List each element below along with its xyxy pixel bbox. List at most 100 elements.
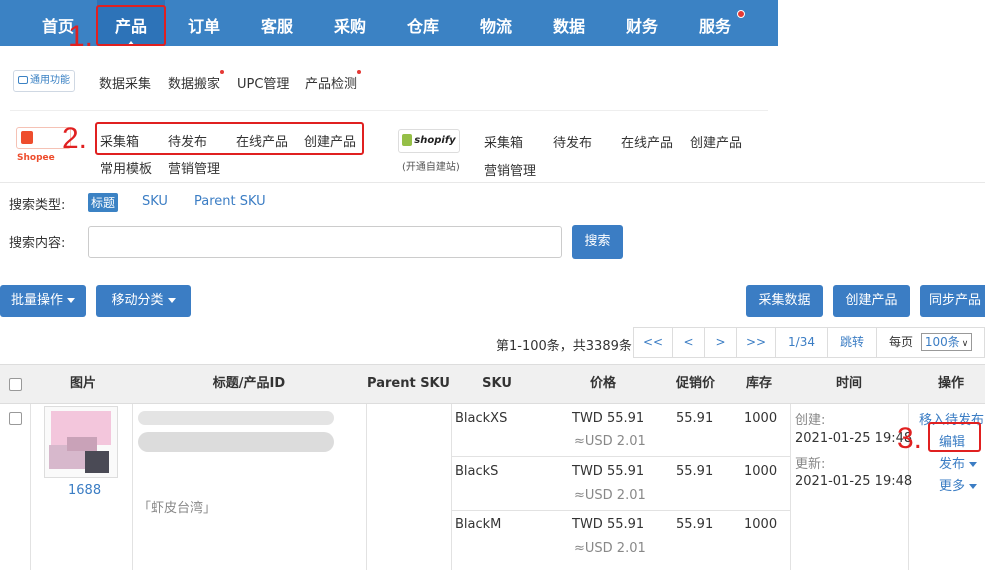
pager-last[interactable]: >> bbox=[736, 327, 776, 358]
pager-jump[interactable]: 跳转 bbox=[827, 327, 877, 358]
created-time: 2021-01-25 19:48 bbox=[795, 431, 913, 446]
variant-promo: 55.91 bbox=[676, 411, 714, 426]
section-divider bbox=[0, 182, 985, 183]
variant-price: TWD 55.91 bbox=[572, 464, 645, 479]
annotation-box-1 bbox=[96, 5, 166, 46]
nav-data[interactable]: 数据 bbox=[553, 0, 585, 46]
shopify-link-collect-box[interactable]: 采集箱 bbox=[484, 132, 523, 151]
blurred-title bbox=[138, 432, 334, 452]
annotation-number-2: 2. bbox=[62, 122, 88, 155]
pager-prev[interactable]: < bbox=[672, 327, 705, 358]
thumbnail-pixel bbox=[67, 437, 97, 451]
search-type-parent-sku[interactable]: Parent SKU bbox=[194, 194, 266, 209]
shopee-link-marketing[interactable]: 营销管理 bbox=[168, 158, 220, 177]
variant-sku: BlackS bbox=[455, 464, 499, 479]
search-type-label: 搜索类型: bbox=[9, 198, 66, 213]
search-content-label: 搜索内容: bbox=[9, 236, 66, 251]
variant-usd: ≈USD 2.01 bbox=[574, 541, 646, 556]
col-sku: SKU bbox=[482, 376, 512, 391]
nav-services[interactable]: 服务 bbox=[699, 0, 731, 46]
blurred-title bbox=[138, 411, 334, 425]
created-label: 创建: bbox=[795, 413, 826, 428]
variant-usd: ≈USD 2.01 bbox=[574, 488, 646, 503]
shopify-bag-icon bbox=[402, 134, 413, 146]
pager-summary: 第1-100条，共3389条 bbox=[496, 339, 632, 354]
link-upc-manage[interactable]: UPC管理 bbox=[237, 73, 289, 92]
pager-current-page: 1/34 bbox=[775, 327, 828, 358]
select-all-checkbox[interactable] bbox=[9, 378, 22, 391]
pager-next[interactable]: > bbox=[704, 327, 737, 358]
new-dot bbox=[357, 70, 361, 74]
link-data-move[interactable]: 数据搬家 bbox=[168, 73, 220, 92]
publish-dropdown[interactable]: 发布 bbox=[939, 453, 978, 472]
per-page-label: 每页 bbox=[889, 335, 914, 349]
shopee-bag-icon bbox=[21, 130, 33, 144]
submenu-divider bbox=[10, 110, 768, 111]
shopify-link-create[interactable]: 创建产品 bbox=[690, 132, 742, 151]
row-checkbox[interactable] bbox=[9, 412, 22, 425]
per-page-select[interactable]: 100条 ∨ bbox=[920, 333, 973, 351]
site-tag: 「虾皮台湾」 bbox=[138, 501, 217, 516]
source-link-1688[interactable]: 1688 bbox=[68, 483, 101, 498]
nav-orders[interactable]: 订单 bbox=[188, 0, 220, 46]
batch-action-label: 批量操作 bbox=[10, 293, 63, 308]
create-product-button[interactable]: 创建产品 bbox=[833, 285, 910, 317]
move-category-dropdown[interactable]: 移动分类 bbox=[96, 285, 191, 317]
product-thumbnail[interactable] bbox=[44, 406, 118, 478]
chevron-down-icon bbox=[969, 462, 978, 467]
grid-line bbox=[132, 404, 133, 570]
new-dot bbox=[220, 70, 224, 74]
search-type-sku[interactable]: SKU bbox=[142, 194, 168, 209]
more-label: 更多 bbox=[939, 479, 966, 494]
shopify-link-online[interactable]: 在线产品 bbox=[621, 132, 673, 151]
notification-dot bbox=[737, 10, 745, 18]
move-category-label: 移动分类 bbox=[111, 293, 164, 308]
per-page-value: 100条 bbox=[924, 335, 960, 349]
grid-line bbox=[451, 404, 452, 570]
variant-price: TWD 55.91 bbox=[572, 517, 645, 532]
nav-finance[interactable]: 财务 bbox=[626, 0, 658, 46]
updated-label: 更新: bbox=[795, 457, 826, 472]
publish-label: 发布 bbox=[939, 457, 966, 472]
chevron-down-icon bbox=[969, 484, 978, 489]
nav-logistics[interactable]: 物流 bbox=[480, 0, 512, 46]
search-button[interactable]: 搜索 bbox=[572, 225, 623, 259]
more-dropdown[interactable]: 更多 bbox=[939, 475, 978, 494]
general-function-logo: 通用功能 bbox=[13, 70, 75, 92]
annotation-number-3: 3. bbox=[897, 422, 923, 455]
shopify-link-pending[interactable]: 待发布 bbox=[553, 132, 592, 151]
sync-product-button[interactable]: 同步产品 bbox=[920, 285, 985, 317]
variant-promo: 55.91 bbox=[676, 517, 714, 532]
variant-promo: 55.91 bbox=[676, 464, 714, 479]
variant-sku: BlackXS bbox=[455, 411, 508, 426]
col-time: 时间 bbox=[835, 376, 862, 391]
variant-stock: 1000 bbox=[744, 464, 778, 479]
shopee-link-templates[interactable]: 常用模板 bbox=[100, 158, 152, 177]
link-product-check[interactable]: 产品检测 bbox=[305, 73, 357, 92]
nav-service[interactable]: 客服 bbox=[261, 0, 293, 46]
batch-action-dropdown[interactable]: 批量操作 bbox=[0, 285, 86, 317]
grid-line bbox=[451, 510, 790, 511]
grid-line bbox=[366, 404, 367, 570]
updated-time: 2021-01-25 19:48 bbox=[795, 474, 913, 489]
col-actions: 操作 bbox=[937, 376, 964, 391]
collect-data-button[interactable]: 采集数据 bbox=[746, 285, 823, 317]
general-logo-text: 通用功能 bbox=[30, 75, 70, 86]
col-promo-price: 促销价 bbox=[675, 376, 715, 391]
pager-first[interactable]: << bbox=[633, 327, 673, 358]
search-input[interactable] bbox=[88, 226, 562, 258]
annotation-box-2 bbox=[95, 122, 364, 155]
chevron-down-icon bbox=[167, 298, 176, 303]
table-header: 图片 标题/产品ID Parent SKU SKU 价格 促销价 库存 时间 操… bbox=[0, 364, 985, 404]
nav-purchase[interactable]: 采购 bbox=[334, 0, 366, 46]
pager-per-page: 每页 100条 ∨ bbox=[876, 327, 985, 358]
col-parent-sku: Parent SKU bbox=[367, 376, 450, 391]
shopify-link-marketing[interactable]: 营销管理 bbox=[484, 160, 536, 179]
variant-stock: 1000 bbox=[744, 411, 778, 426]
search-type-title[interactable]: 标题 bbox=[88, 193, 119, 212]
nav-warehouse[interactable]: 仓库 bbox=[407, 0, 439, 46]
variant-usd: ≈USD 2.01 bbox=[574, 434, 646, 449]
annotation-box-3 bbox=[928, 422, 981, 452]
robot-icon bbox=[18, 76, 28, 84]
link-data-collect[interactable]: 数据采集 bbox=[99, 73, 151, 92]
